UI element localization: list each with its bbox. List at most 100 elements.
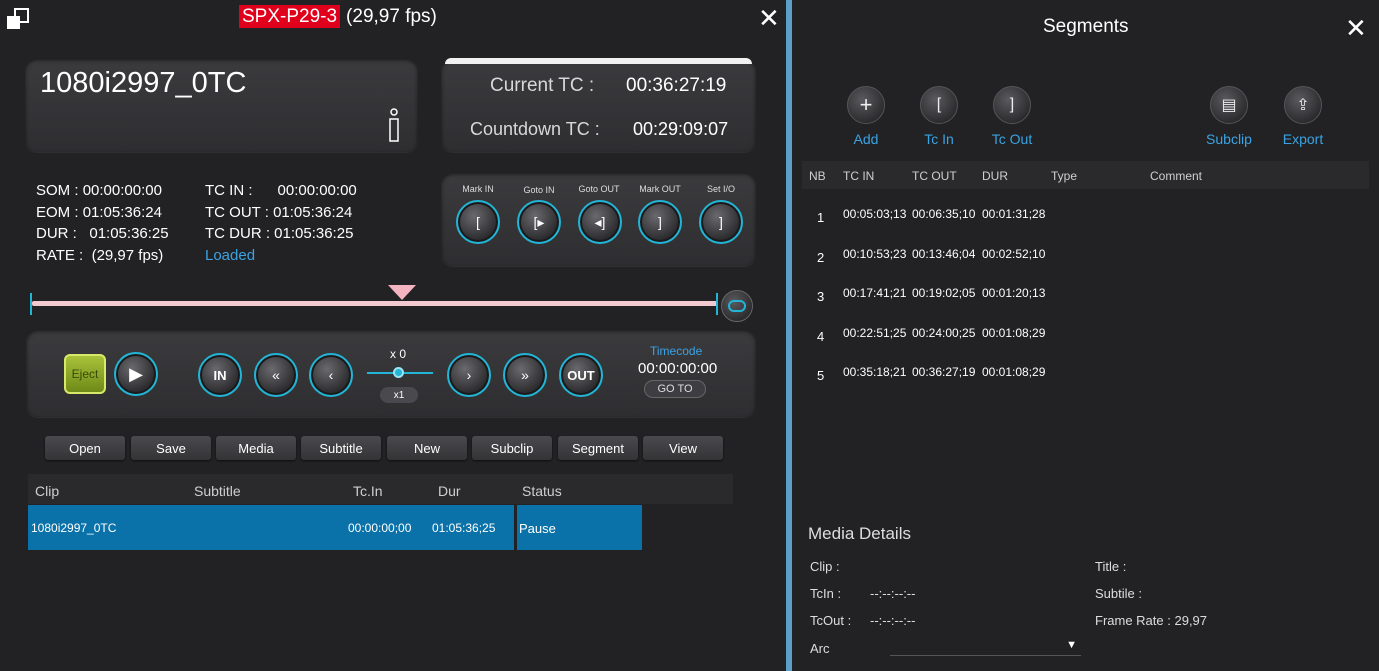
- timeline-track[interactable]: [32, 301, 718, 306]
- col-tcin[interactable]: Tc.In: [353, 483, 383, 499]
- timeline-end-bracket-icon: [714, 293, 718, 315]
- step-forward-icon: ›: [466, 367, 472, 383]
- segment-button[interactable]: Segment: [558, 436, 638, 460]
- add-label[interactable]: Add: [831, 131, 901, 147]
- subclip-action-button[interactable]: ▤: [1210, 86, 1248, 124]
- out-button[interactable]: OUT: [559, 353, 603, 397]
- restore-window-icon[interactable]: [6, 7, 30, 31]
- col-tc-in[interactable]: TC IN: [843, 169, 874, 183]
- segment-tc-in: 00:05:03;13: [843, 207, 907, 221]
- info-icon[interactable]: [387, 108, 401, 142]
- col-status[interactable]: Status: [522, 483, 562, 499]
- dur-row: DUR : 01:05:36:25: [36, 225, 169, 242]
- tcout-label: TC OUT :: [205, 204, 269, 221]
- step-back-button[interactable]: ‹: [309, 353, 353, 397]
- md-subtitle-label: Subtile :: [1095, 586, 1142, 601]
- tcdur-value: 01:05:36:25: [274, 225, 354, 242]
- tc-out-label[interactable]: Tc Out: [977, 131, 1047, 147]
- tcin-value: 00:00:00:00: [277, 182, 357, 199]
- tc-out-button[interactable]: ]: [993, 86, 1031, 124]
- arc-dropdown[interactable]: ▼: [890, 638, 1081, 656]
- current-tc-value: 00:36:27:19: [626, 75, 727, 96]
- export-button[interactable]: ⇪: [1284, 86, 1322, 124]
- som-row: SOM : 00:00:00:00: [36, 182, 162, 199]
- rate-label: RATE :: [36, 247, 84, 264]
- col-subtitle[interactable]: Subtitle: [194, 483, 241, 499]
- segment-dur: 00:02:52;10: [982, 246, 1046, 261]
- col-type[interactable]: Type: [1051, 169, 1077, 183]
- subclip-label[interactable]: Subclip: [1194, 131, 1264, 147]
- subtitle-button[interactable]: Subtitle: [301, 436, 381, 460]
- rate-row: RATE : (29,97 fps): [36, 247, 163, 264]
- fast-rewind-button[interactable]: «: [254, 353, 298, 397]
- fast-forward-button[interactable]: »: [503, 353, 547, 397]
- tcdur-label: TC DUR :: [205, 225, 270, 242]
- row-status-cell[interactable]: Pause: [517, 505, 642, 550]
- set-io-button[interactable]: ]: [699, 200, 743, 244]
- segment-dur: 00:01:08;29: [982, 325, 1046, 340]
- segments-panel: Segments ✕ + Add [ Tc In ] Tc Out ▤ Subc…: [792, 0, 1379, 671]
- play-button[interactable]: ▶: [114, 352, 158, 396]
- in-button[interactable]: IN: [198, 353, 242, 397]
- media-details-title: Media Details: [808, 524, 911, 543]
- md-arc-label: Arc: [810, 641, 830, 656]
- segment-tc-in: 00:22:51;25: [843, 325, 907, 340]
- tc-in-label[interactable]: Tc In: [904, 131, 974, 147]
- film-icon: ▤: [1221, 97, 1237, 114]
- md-tcout-label: TcOut :: [810, 613, 852, 628]
- speed-label: x 0: [390, 347, 407, 361]
- close-segments-icon[interactable]: ✕: [1345, 15, 1367, 41]
- new-button[interactable]: New: [387, 436, 467, 460]
- som-value: 00:00:00:00: [82, 182, 162, 199]
- segments-header: [802, 161, 1369, 189]
- open-button[interactable]: Open: [45, 436, 125, 460]
- col-dur[interactable]: DUR: [982, 169, 1008, 183]
- table-row[interactable]: 1080i2997_0TC 00:00:00;00 01:05:36;25: [28, 505, 514, 550]
- save-button[interactable]: Save: [131, 436, 211, 460]
- subclip-button[interactable]: Subclip: [472, 436, 552, 460]
- close-player-icon[interactable]: ✕: [758, 5, 780, 31]
- col-nb[interactable]: NB: [809, 169, 826, 183]
- speed-slider-thumb[interactable]: [393, 367, 404, 378]
- export-label[interactable]: Export: [1268, 131, 1338, 147]
- device-fps: (29,97 fps): [346, 6, 437, 27]
- segment-tc-in: 00:10:53;23: [843, 246, 907, 261]
- clip-name-panel: 1080i2997_0TC: [25, 58, 418, 152]
- speed-x1-button[interactable]: x1: [380, 387, 418, 403]
- loop-icon: [728, 300, 746, 312]
- col-dur[interactable]: Dur: [438, 483, 461, 499]
- tcin-row: TC IN : 00:00:00:00: [205, 182, 357, 199]
- segment-tc-in: 00:35:18;21: [843, 365, 907, 380]
- segment-tc-in: 00:17:41;21: [843, 286, 907, 301]
- media-button[interactable]: Media: [216, 436, 296, 460]
- eject-button[interactable]: Eject: [64, 354, 106, 394]
- row-status: Pause: [519, 521, 556, 536]
- step-forward-button[interactable]: ›: [447, 353, 491, 397]
- mark-out-button[interactable]: ]: [638, 200, 682, 244]
- goto-in-label: Goto IN: [523, 185, 555, 195]
- rate-value: (29,97 fps): [91, 247, 164, 264]
- bracket-close-icon: ]: [658, 214, 662, 230]
- timeline-start-bracket-icon: [30, 293, 34, 315]
- tcin-label: TC IN :: [205, 182, 253, 199]
- goto-out-icon: ◂]: [594, 213, 606, 230]
- goto-out-button[interactable]: ◂]: [578, 200, 622, 244]
- col-comment[interactable]: Comment: [1150, 169, 1202, 183]
- tc-in-button[interactable]: [: [920, 86, 958, 124]
- loop-button[interactable]: [721, 290, 753, 322]
- timeline-playhead-icon[interactable]: [388, 285, 417, 300]
- timecode-input[interactable]: 00:00:00:00: [638, 360, 717, 377]
- mark-in-button[interactable]: [: [456, 200, 500, 244]
- set-io-icon: ]: [719, 214, 723, 230]
- goto-button[interactable]: GO TO: [644, 380, 706, 398]
- view-button[interactable]: View: [643, 436, 723, 460]
- goto-in-button[interactable]: [▸: [517, 200, 561, 244]
- col-clip[interactable]: Clip: [35, 483, 59, 499]
- col-tc-out[interactable]: TC OUT: [912, 169, 957, 183]
- segment-nb: 3: [817, 289, 825, 305]
- add-segment-button[interactable]: +: [847, 86, 885, 124]
- export-icon: ⇪: [1296, 97, 1310, 114]
- mark-panel: Mark IN Goto IN Goto OUT Mark OUT Set I/…: [441, 172, 756, 266]
- chevron-down-icon: ▼: [1066, 639, 1077, 651]
- fast-forward-icon: »: [521, 367, 529, 383]
